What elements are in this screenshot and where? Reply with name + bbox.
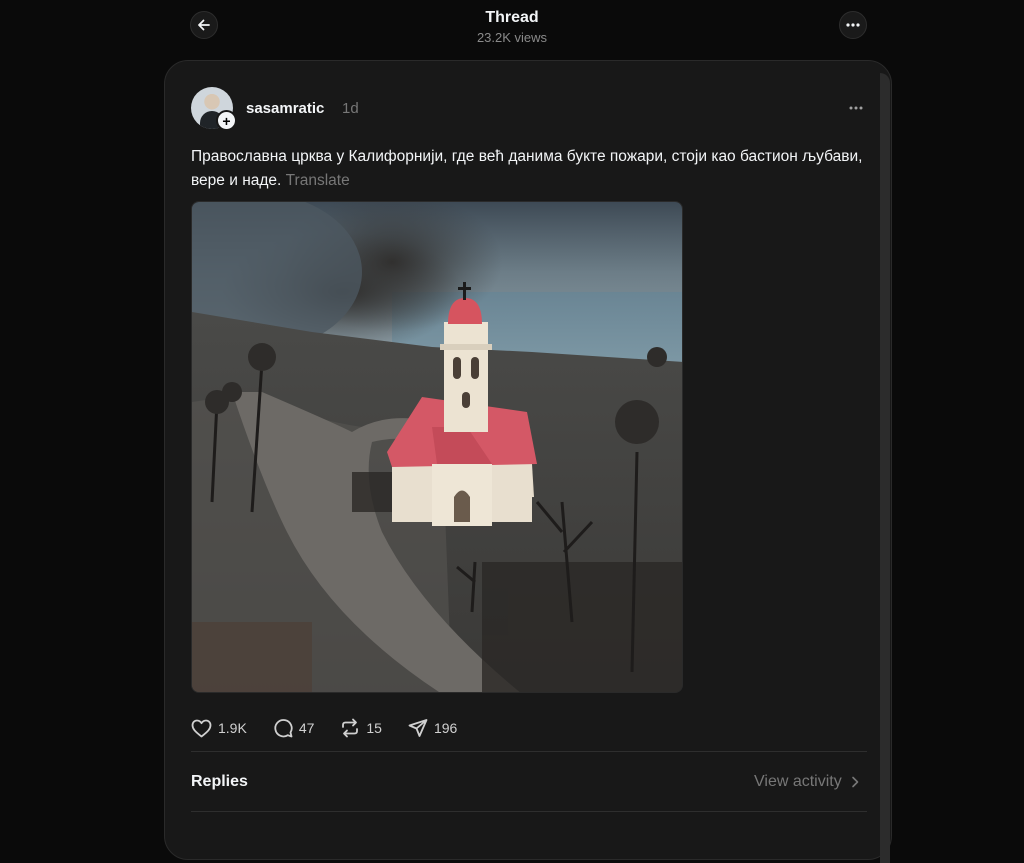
heart-icon (191, 719, 212, 737)
username[interactable]: sasamratic (246, 100, 324, 117)
follow-plus-button[interactable]: + (216, 110, 237, 131)
post-actions: 1.9K 47 15 196 (191, 717, 483, 739)
post-image[interactable] (191, 201, 683, 693)
scrollbar[interactable] (880, 73, 890, 863)
replies-heading: Replies (191, 773, 248, 790)
repost-count: 15 (366, 720, 382, 736)
post-text: Православна црква у Калифорнији, где већ… (191, 145, 871, 193)
view-activity-link[interactable]: View activity (754, 773, 862, 791)
repost-icon (342, 718, 359, 738)
thread-card: + sasamratic 1d Православна црква у Кали… (164, 60, 892, 863)
share-button[interactable]: 196 (408, 718, 457, 738)
post-time: 1d (342, 100, 359, 117)
more-options-button[interactable] (839, 11, 867, 39)
thread-header: Thread 23.2K views (0, 9, 1024, 45)
share-icon (408, 719, 428, 737)
more-icon (849, 106, 863, 110)
comment-button[interactable]: 47 (273, 718, 315, 738)
top-bar: Thread 23.2K views (0, 0, 1024, 58)
chevron-right-icon (851, 776, 859, 788)
page-title: Thread (485, 9, 539, 26)
plus-icon: + (222, 112, 231, 129)
divider (191, 811, 867, 812)
view-activity-label: View activity (754, 773, 842, 790)
comment-count: 47 (298, 720, 315, 736)
share-count: 196 (433, 720, 458, 736)
divider (191, 751, 867, 752)
post-more-button[interactable] (845, 97, 867, 119)
translate-link[interactable]: Translate (286, 172, 350, 189)
repost-button[interactable]: 15 (340, 718, 382, 738)
more-icon (846, 23, 860, 27)
comment-icon (274, 719, 293, 738)
like-button[interactable]: 1.9K (191, 719, 247, 738)
church-photo (192, 202, 682, 692)
like-count: 1.9K (218, 720, 247, 736)
view-count: 23.2K views (476, 30, 548, 45)
